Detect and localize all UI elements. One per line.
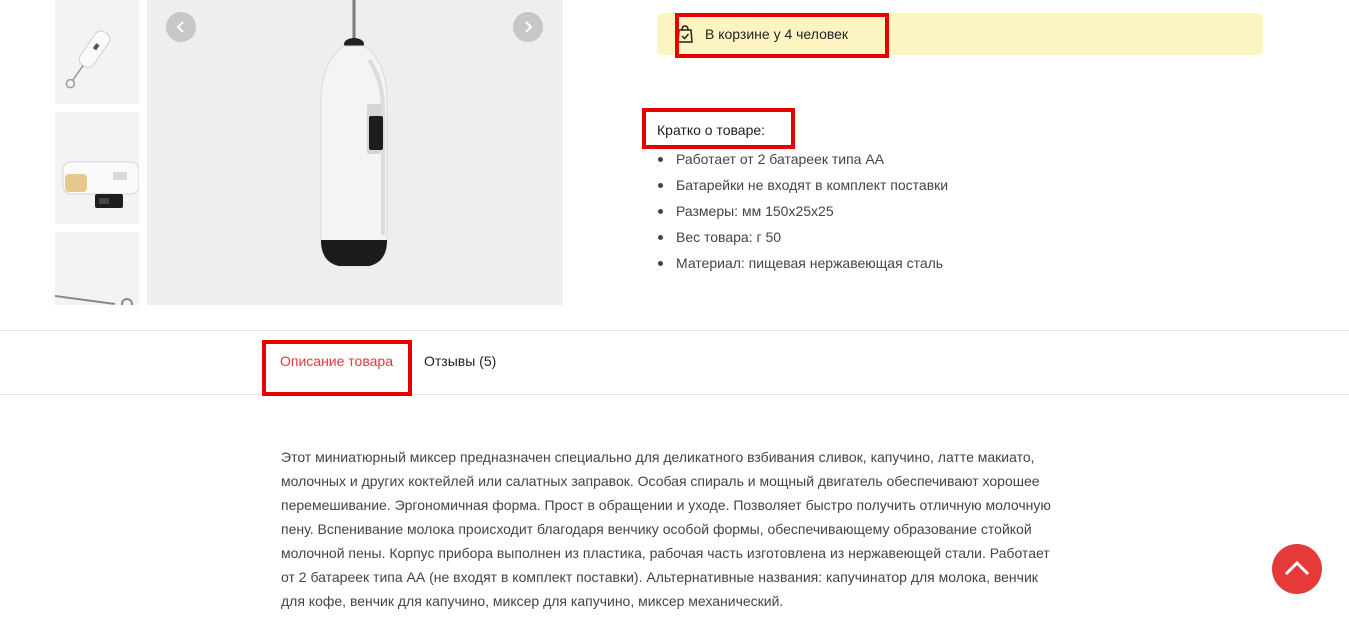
mixer-thumbnail-image — [55, 112, 139, 224]
description-line: пену. Вспенивание молока происходит благ… — [281, 521, 1032, 537]
gallery-thumbnail-3[interactable] — [55, 232, 139, 305]
short-info-item: Материал: пищевая нержавеющая сталь — [657, 252, 948, 278]
mixer-thumbnail-image — [55, 0, 139, 104]
description-line: молочных и других коктейлей или салатных… — [281, 473, 1040, 489]
chevron-up-icon — [1284, 560, 1310, 576]
scroll-to-top-button[interactable] — [1272, 544, 1322, 594]
short-info-item: Размеры: мм 150x25x25 — [657, 200, 948, 226]
product-description: Этот миниатюрный миксер предназначен спе… — [281, 445, 1071, 613]
cart-popularity-notice: В корзине у 4 человек — [657, 13, 1263, 55]
short-info-title: Кратко о товаре: — [657, 122, 766, 138]
short-info-item: Вес товара: г 50 — [657, 226, 948, 252]
description-line: перемешивание. Эргономичная форма. Прост… — [281, 497, 1051, 513]
gallery-next-button[interactable] — [513, 12, 543, 42]
cart-notice-text: В корзине у 4 человек — [705, 26, 849, 42]
description-line: для кофе, венчик для капучино, миксер дл… — [281, 593, 784, 609]
description-line: молочной пены. Корпус прибора выполнен и… — [281, 545, 1050, 561]
short-info-list: Работает от 2 батареек типа АА Батарейки… — [657, 148, 948, 278]
product-main-image — [147, 0, 563, 305]
product-page: В корзине у 4 человек Кратко о товаре: Р… — [0, 0, 1349, 623]
milk-frother-image — [147, 0, 563, 305]
short-info-item: Батарейки не входят в комплект поставки — [657, 174, 948, 200]
chevron-right-icon — [525, 21, 533, 33]
short-info-item: Работает от 2 батареек типа АА — [657, 148, 948, 174]
mixer-thumbnail-image — [55, 232, 139, 305]
tab-reviews[interactable]: Отзывы (5) — [424, 353, 496, 369]
gallery-thumbnail-1[interactable] — [55, 0, 139, 104]
product-tabs: Описание товара Отзывы (5) — [0, 330, 1349, 395]
chevron-left-icon — [176, 21, 184, 33]
description-line: Этот миниатюрный миксер предназначен спе… — [281, 449, 1035, 465]
shopping-bag-check-icon — [677, 25, 693, 43]
description-line: от 2 батареек типа АА (не входят в компл… — [281, 569, 1038, 585]
tab-description[interactable]: Описание товара — [280, 353, 393, 369]
gallery-prev-button[interactable] — [166, 12, 196, 42]
gallery-thumbnail-2[interactable] — [55, 112, 139, 224]
